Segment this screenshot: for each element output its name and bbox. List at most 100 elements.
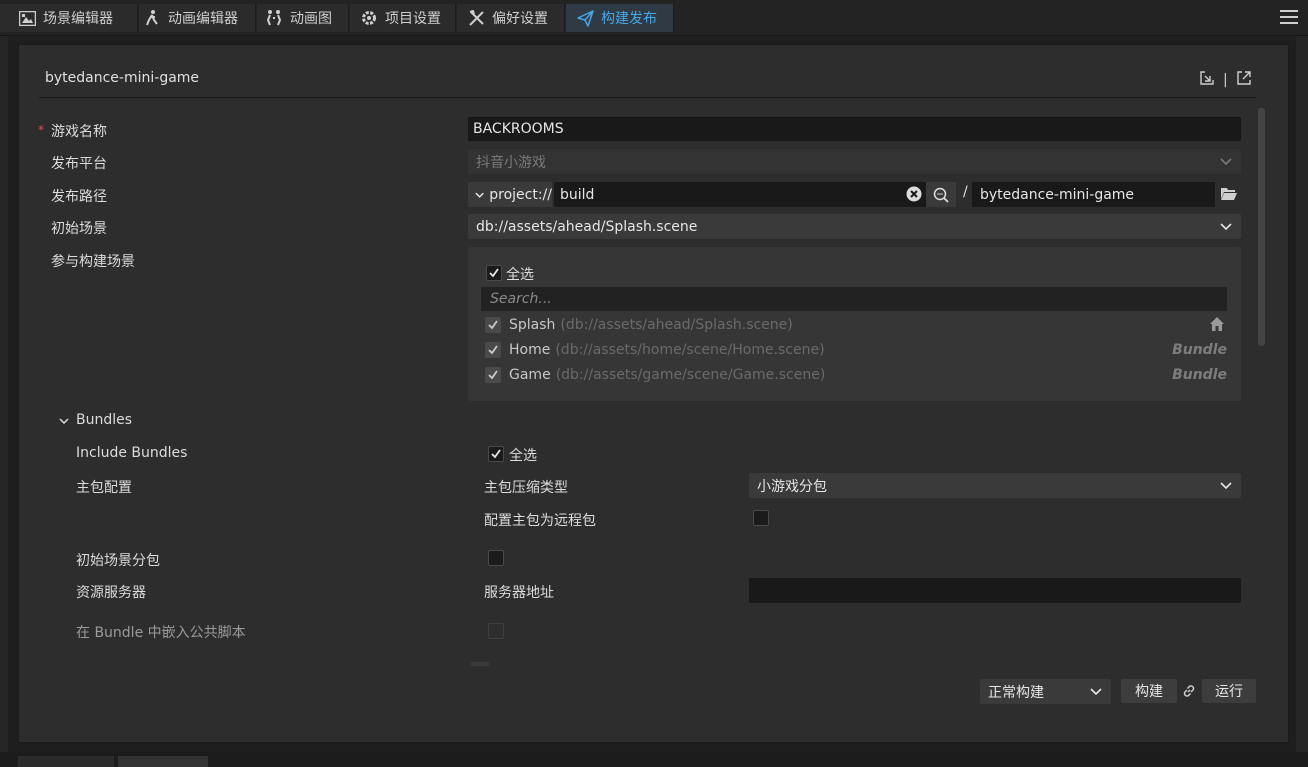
- select-all-scenes-checkbox[interactable]: [486, 265, 502, 281]
- run-button[interactable]: 运行: [1202, 679, 1256, 703]
- build-path-value: build: [560, 186, 595, 203]
- tab-scene-editor[interactable]: 场景编辑器: [0, 4, 138, 32]
- scene-path: (db://assets/ahead/Splash.scene): [560, 317, 793, 333]
- resource-server-label: 资源服务器: [76, 585, 146, 601]
- left-panel-edge: [0, 36, 8, 767]
- build-button[interactable]: 构建: [1121, 679, 1177, 703]
- select-all-scenes-label: 全选: [506, 267, 534, 283]
- search-icon: [933, 187, 949, 203]
- platform-label: 发布平台: [51, 156, 107, 172]
- server-address-input[interactable]: [749, 578, 1241, 603]
- animation-editor-icon: [143, 9, 161, 27]
- dialog-header-actions: |: [1199, 70, 1252, 90]
- divider: [39, 97, 1256, 98]
- game-name-value: BACKROOMS: [473, 121, 564, 137]
- dialog-title: bytedance-mini-game: [45, 70, 200, 86]
- compression-type-value: 小游戏分包: [757, 478, 827, 495]
- right-panel-edge: [1296, 36, 1308, 767]
- remote-main-package-checkbox[interactable]: [753, 510, 769, 526]
- required-mark: *: [38, 123, 44, 137]
- include-bundles-select-all: 全选: [509, 448, 537, 464]
- link-icon[interactable]: [1181, 683, 1197, 699]
- build-mode-value: 正常构建: [988, 684, 1044, 701]
- tab-animation-graph[interactable]: 动画图: [257, 4, 349, 32]
- scene-search-input[interactable]: Search...: [481, 287, 1227, 311]
- scene-list-item[interactable]: Splash (db://assets/ahead/Splash.scene): [485, 315, 1227, 335]
- hamburger-menu-icon[interactable]: [1280, 10, 1298, 24]
- include-bundles-checkbox[interactable]: [488, 446, 504, 462]
- scene-editor-icon: [18, 9, 36, 27]
- scene-checkbox[interactable]: [485, 317, 501, 333]
- scene-list-item[interactable]: Game (db://assets/game/scene/Game.scene) …: [485, 365, 1227, 385]
- include-bundles-label: Include Bundles: [76, 445, 188, 461]
- scene-name: Home: [509, 342, 551, 358]
- scene-name-row: Splash (db://assets/ahead/Splash.scene): [509, 317, 793, 333]
- scene-checkbox[interactable]: [485, 342, 501, 358]
- tab-preferences[interactable]: 偏好设置: [457, 4, 565, 32]
- bundle-tag: Bundle: [1172, 367, 1227, 383]
- start-scene-subpackage-checkbox[interactable]: [488, 550, 504, 566]
- clipped-row-checkbox: [471, 662, 489, 666]
- locate-folder-button[interactable]: [926, 182, 956, 207]
- scene-name-row: Home (db://assets/home/scene/Home.scene): [509, 342, 825, 358]
- animation-graph-icon: [265, 9, 283, 27]
- output-name-value: bytedance-mini-game: [980, 186, 1135, 203]
- tab-label: 动画图: [290, 11, 332, 27]
- tab-label: 构建发布: [601, 11, 657, 27]
- bottom-tab[interactable]: [18, 756, 114, 767]
- gear-icon: [360, 9, 378, 27]
- build-scenes-label: 参与构建场景: [51, 254, 135, 270]
- tools-icon: [467, 9, 485, 27]
- start-scene-subpackage-label: 初始场景分包: [76, 553, 160, 569]
- scene-path: (db://assets/game/scene/Game.scene): [555, 367, 826, 383]
- scene-checkbox[interactable]: [485, 367, 501, 383]
- bundle-tag: Bundle: [1172, 342, 1227, 358]
- chevron-down-icon: [1219, 154, 1233, 168]
- tab-build-publish[interactable]: 构建发布: [566, 4, 674, 32]
- build-mode-select[interactable]: 正常构建: [980, 679, 1111, 704]
- folder-open-icon[interactable]: [1220, 186, 1238, 202]
- home-icon: [1209, 316, 1225, 332]
- start-scene-select[interactable]: db://assets/ahead/Splash.scene: [468, 214, 1241, 239]
- build-path-label: 发布路径: [51, 189, 107, 205]
- scrollbar[interactable]: [1258, 108, 1265, 346]
- build-button-label: 构建: [1135, 684, 1163, 700]
- scene-list-item[interactable]: Home (db://assets/home/scene/Home.scene) …: [485, 340, 1227, 360]
- bottom-tab[interactable]: [118, 756, 208, 767]
- compression-type-select[interactable]: 小游戏分包: [749, 473, 1241, 498]
- tab-project-settings[interactable]: 项目设置: [350, 4, 456, 32]
- output-name-input[interactable]: bytedance-mini-game: [972, 182, 1215, 207]
- tab-label: 场景编辑器: [43, 11, 113, 27]
- remote-main-package-label: 配置主包为远程包: [484, 513, 596, 529]
- embed-scripts-checkbox: [488, 623, 504, 639]
- tab-label: 动画编辑器: [168, 11, 238, 27]
- tab-animation-editor[interactable]: 动画编辑器: [139, 4, 256, 32]
- path-protocol-select[interactable]: project://: [468, 182, 552, 207]
- tab-label: 项目设置: [385, 11, 441, 27]
- start-scene-value: db://assets/ahead/Splash.scene: [476, 218, 698, 235]
- build-scenes-panel: 全选 Search... Splash (db://assets/ahead/Sp…: [468, 247, 1241, 401]
- run-button-label: 运行: [1215, 684, 1243, 700]
- scene-path: (db://assets/home/scene/Home.scene): [555, 342, 825, 358]
- game-name-input[interactable]: BACKROOMS: [468, 117, 1241, 141]
- tab-bar: 场景编辑器 动画编辑器 动画图 项目设置 偏好设置 构建发布: [0, 0, 1308, 36]
- export-icon[interactable]: [1236, 70, 1252, 90]
- scene-name-row: Game (db://assets/game/scene/Game.scene): [509, 367, 825, 383]
- path-separator: /: [963, 184, 968, 200]
- header-separator: |: [1223, 72, 1228, 88]
- main-package-label: 主包配置: [76, 480, 132, 496]
- build-path-input[interactable]: build: [554, 182, 956, 207]
- chevron-down-icon: [1089, 684, 1103, 698]
- compression-type-label: 主包压缩类型: [484, 480, 568, 496]
- send-icon: [576, 9, 594, 27]
- platform-select: 抖音小游戏: [468, 149, 1241, 174]
- import-icon[interactable]: [1199, 70, 1215, 90]
- scene-name: Splash: [509, 317, 556, 333]
- clear-icon[interactable]: [905, 185, 923, 203]
- chevron-down-icon: [1219, 219, 1233, 233]
- chevron-down-icon[interactable]: [58, 415, 70, 431]
- scene-search-placeholder: Search...: [490, 291, 552, 307]
- bundles-section-header[interactable]: Bundles: [76, 412, 132, 428]
- chevron-down-icon: [475, 192, 484, 198]
- tab-label: 偏好设置: [492, 11, 548, 27]
